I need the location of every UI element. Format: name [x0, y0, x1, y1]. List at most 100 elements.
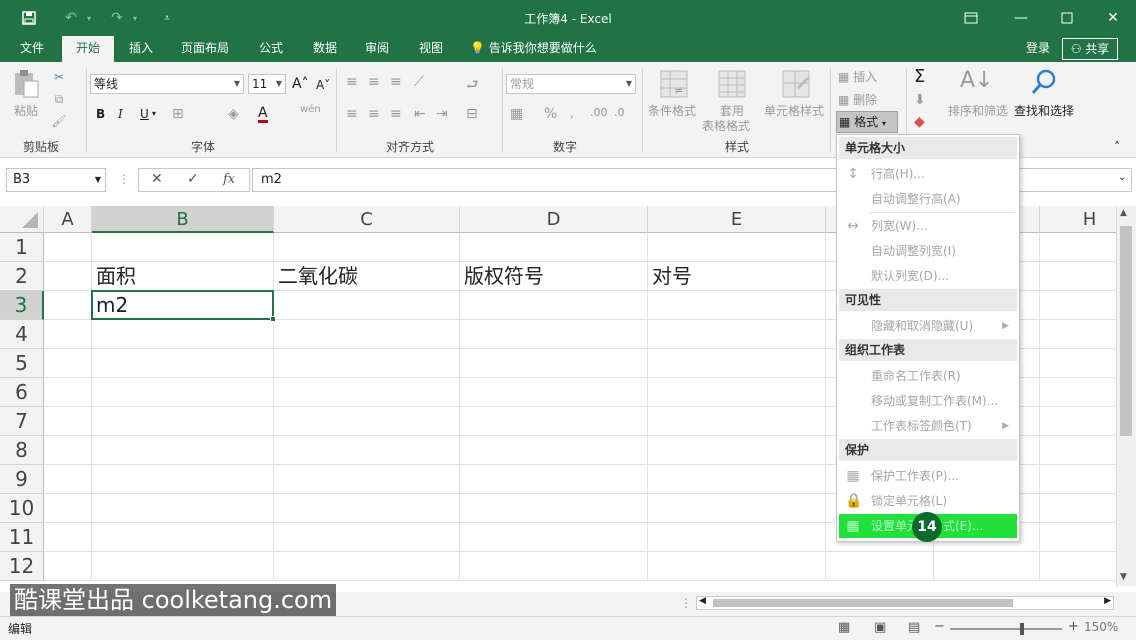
menu-item-default-width[interactable]: 默认列宽(D)...: [839, 264, 1017, 288]
menu-item-protect-sheet[interactable]: ▦ 保护工作表(P)...: [839, 464, 1017, 488]
cell-c5[interactable]: [274, 349, 460, 378]
vertical-scrollbar[interactable]: ▲ ▼: [1116, 206, 1136, 586]
cell-e11[interactable]: [648, 523, 826, 552]
cell-e4[interactable]: [648, 320, 826, 349]
vertical-scroll-thumb[interactable]: [1120, 226, 1132, 436]
cell-d11[interactable]: [460, 523, 648, 552]
cell-d6[interactable]: [460, 378, 648, 407]
cell-b7[interactable]: [92, 407, 274, 436]
increase-font-icon[interactable]: A˄: [292, 76, 309, 92]
decrease-font-icon[interactable]: A˅: [316, 78, 330, 92]
number-format-box[interactable]: 常规 ▼: [506, 74, 636, 94]
row-header-5[interactable]: 5: [0, 349, 44, 378]
row-header-3[interactable]: 3: [0, 291, 44, 320]
clear-icon[interactable]: ◆: [914, 114, 925, 130]
align-bottom-icon[interactable]: ≡: [390, 74, 402, 90]
format-as-table-icon[interactable]: [716, 68, 748, 100]
cell-d2[interactable]: 版权符号: [460, 262, 648, 291]
cell-b2[interactable]: 面积: [92, 262, 274, 291]
cell-b11[interactable]: [92, 523, 274, 552]
zoom-slider[interactable]: [950, 623, 1062, 635]
cell-a11[interactable]: [44, 523, 92, 552]
fill-handle[interactable]: [270, 316, 276, 322]
indent-increase-icon[interactable]: ⇥: [436, 106, 448, 122]
cell-h7[interactable]: [1040, 407, 1116, 436]
scroll-down-icon[interactable]: ▼: [1120, 572, 1127, 582]
cell-h8[interactable]: [1040, 436, 1116, 465]
menu-item-hide-unhide[interactable]: 隐藏和取消隐藏(U) ▶: [839, 314, 1017, 338]
cell-b4[interactable]: [92, 320, 274, 349]
increase-decimal-icon[interactable]: .00: [590, 106, 608, 119]
align-center-icon[interactable]: ≡: [368, 106, 380, 122]
tab-review[interactable]: 审阅: [354, 36, 400, 62]
format-as-table-label-2[interactable]: 表格格式: [702, 117, 750, 134]
cell-d1[interactable]: [460, 233, 648, 262]
cell-d4[interactable]: [460, 320, 648, 349]
cell-b6[interactable]: [92, 378, 274, 407]
maximize-icon[interactable]: [1052, 6, 1082, 30]
tab-data[interactable]: 数据: [302, 36, 348, 62]
cell-h10[interactable]: [1040, 494, 1116, 523]
cell-a7[interactable]: [44, 407, 92, 436]
wrap-text-icon[interactable]: ⮐: [466, 74, 479, 98]
magnifier-icon[interactable]: [1028, 66, 1060, 98]
close-icon[interactable]: ✕: [1098, 6, 1128, 30]
merge-center-icon[interactable]: ⊟: [466, 106, 478, 122]
column-header-b[interactable]: B: [92, 206, 274, 233]
name-box[interactable]: B3 ▼: [6, 168, 106, 192]
cell-a1[interactable]: [44, 233, 92, 262]
scroll-up-icon[interactable]: ▲: [1120, 208, 1127, 218]
cell-d9[interactable]: [460, 465, 648, 494]
horizontal-scrollbar[interactable]: ◀ ▶: [696, 596, 1114, 610]
scroll-left-icon[interactable]: ◀: [699, 596, 706, 606]
cell-a4[interactable]: [44, 320, 92, 349]
cell-b9[interactable]: [92, 465, 274, 494]
row-header-1[interactable]: 1: [0, 233, 44, 262]
insert-function-button[interactable]: fx: [223, 172, 235, 187]
cell-e7[interactable]: [648, 407, 826, 436]
chevron-down-icon[interactable]: ▾: [152, 109, 156, 118]
phonetic-icon[interactable]: wén: [300, 104, 321, 115]
cell-e8[interactable]: [648, 436, 826, 465]
cell-c11[interactable]: [274, 523, 460, 552]
tab-page-layout[interactable]: 页面布局: [172, 36, 238, 62]
cell-c7[interactable]: [274, 407, 460, 436]
cell-e10[interactable]: [648, 494, 826, 523]
cell-c12[interactable]: [274, 552, 460, 581]
align-middle-icon[interactable]: ≡: [368, 74, 380, 90]
bold-button[interactable]: B: [96, 107, 105, 121]
column-header-h[interactable]: H: [1040, 206, 1116, 233]
cell-h5[interactable]: [1040, 349, 1116, 378]
font-name-box[interactable]: 等线 ▼: [90, 74, 244, 94]
fill-icon[interactable]: ⬇: [914, 92, 926, 108]
row-header-6[interactable]: 6: [0, 378, 44, 407]
cell-d8[interactable]: [460, 436, 648, 465]
cell-a12[interactable]: [44, 552, 92, 581]
cut-icon[interactable]: ✂: [50, 68, 68, 86]
cell-h12[interactable]: [1040, 552, 1116, 581]
cell-e9[interactable]: [648, 465, 826, 494]
cell-h2[interactable]: [1040, 262, 1116, 291]
cell-d7[interactable]: [460, 407, 648, 436]
indent-decrease-icon[interactable]: ⇤: [414, 106, 426, 122]
cell-c3[interactable]: [274, 291, 460, 320]
menu-item-col-width[interactable]: ↔ 列宽(W)...: [839, 214, 1017, 238]
italic-button[interactable]: I: [118, 107, 123, 121]
cell-c6[interactable]: [274, 378, 460, 407]
cell-b8[interactable]: [92, 436, 274, 465]
cell-e5[interactable]: [648, 349, 826, 378]
menu-item-autofit-row[interactable]: 自动调整行高(A): [839, 187, 1017, 211]
cell-b10[interactable]: [92, 494, 274, 523]
insert-cells-button[interactable]: ▦ 插入: [838, 68, 877, 85]
cell-d10[interactable]: [460, 494, 648, 523]
menu-item-row-height[interactable]: ↕ 行高(H)...: [839, 162, 1017, 186]
normal-view-icon[interactable]: ▦: [838, 620, 850, 635]
conditional-format-label[interactable]: 条件格式: [648, 102, 696, 119]
cell-h9[interactable]: [1040, 465, 1116, 494]
tab-formulas[interactable]: 公式: [248, 36, 294, 62]
row-header-8[interactable]: 8: [0, 436, 44, 465]
cell-e6[interactable]: [648, 378, 826, 407]
cell-e3[interactable]: [648, 291, 826, 320]
currency-icon[interactable]: ▦: [510, 106, 523, 122]
cell-h1[interactable]: [1040, 233, 1116, 262]
